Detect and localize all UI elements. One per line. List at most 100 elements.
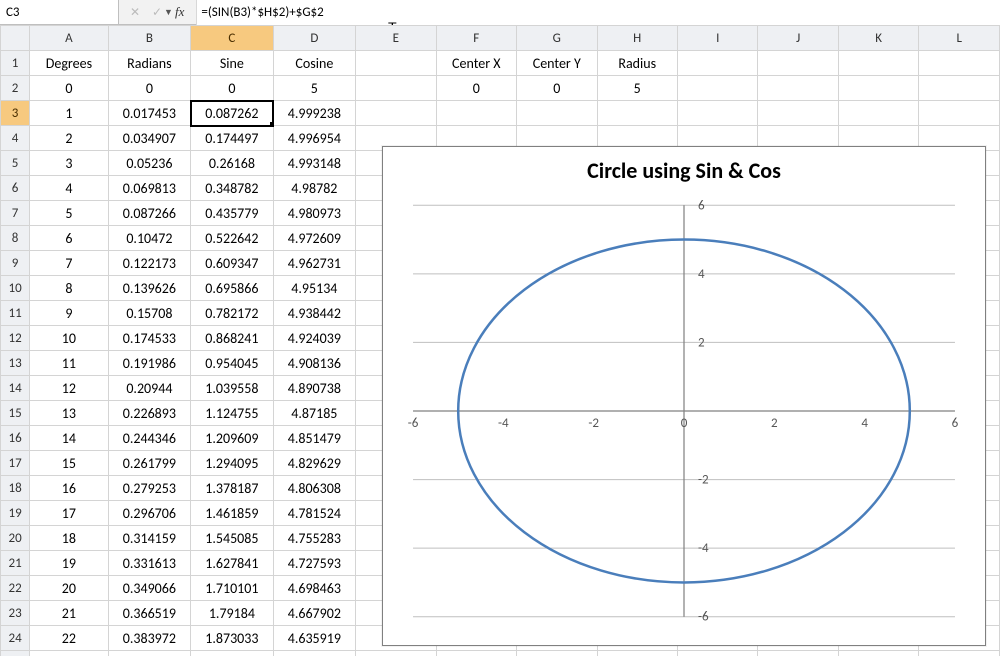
cell[interactable]: 4.635919 <box>273 626 355 651</box>
cell[interactable]: 9 <box>30 301 108 326</box>
cell[interactable] <box>677 51 757 76</box>
cell[interactable]: 17 <box>30 501 108 526</box>
cell[interactable] <box>597 101 677 126</box>
cell[interactable] <box>919 101 1000 126</box>
row-header[interactable]: 15 <box>1 401 30 426</box>
cell[interactable]: 1.627841 <box>191 551 273 576</box>
column-header-j[interactable]: J <box>758 26 838 51</box>
cell[interactable]: 8 <box>30 276 108 301</box>
column-header-c[interactable]: C <box>191 26 273 51</box>
cell[interactable]: 0.226893 <box>108 401 190 426</box>
cell[interactable]: 11 <box>30 351 108 376</box>
row-header[interactable]: 7 <box>1 201 30 226</box>
cell[interactable]: 0 <box>30 76 108 101</box>
cell[interactable]: 0.868241 <box>191 326 273 351</box>
cell[interactable] <box>677 651 757 656</box>
cell[interactable]: 4.602524 <box>273 651 355 656</box>
cell[interactable]: 0.244346 <box>108 426 190 451</box>
cell[interactable]: 1.124755 <box>191 401 273 426</box>
cell[interactable] <box>838 101 918 126</box>
cell[interactable]: 1.461859 <box>191 501 273 526</box>
cell[interactable] <box>919 76 1000 101</box>
cell[interactable] <box>758 76 838 101</box>
cell[interactable] <box>517 101 597 126</box>
column-header-e[interactable]: E <box>356 26 436 51</box>
cell[interactable]: Radians <box>108 51 190 76</box>
cell[interactable] <box>436 101 516 126</box>
row-header[interactable]: 17 <box>1 451 30 476</box>
cell[interactable]: 0.087266 <box>108 201 190 226</box>
cell[interactable]: 0.10472 <box>108 226 190 251</box>
select-all-corner[interactable] <box>1 26 30 51</box>
cell[interactable]: 0.26168 <box>191 151 273 176</box>
row-header[interactable]: 24 <box>1 626 30 651</box>
cell[interactable]: 1.710101 <box>191 576 273 601</box>
cell[interactable]: 10 <box>30 326 108 351</box>
row-header[interactable]: 14 <box>1 376 30 401</box>
row-header[interactable]: 21 <box>1 551 30 576</box>
cell[interactable]: 1 <box>30 101 108 126</box>
row-header[interactable]: 6 <box>1 176 30 201</box>
cell[interactable]: 1.953654 <box>191 651 273 656</box>
cell[interactable]: 0.609347 <box>191 251 273 276</box>
row-header[interactable]: 20 <box>1 526 30 551</box>
cell[interactable]: 0.191986 <box>108 351 190 376</box>
cell[interactable]: 0.20944 <box>108 376 190 401</box>
cell[interactable]: 1.79184 <box>191 601 273 626</box>
cell[interactable] <box>838 51 918 76</box>
cell[interactable]: 16 <box>30 476 108 501</box>
cell[interactable]: 4.806308 <box>273 476 355 501</box>
cell[interactable]: 0 <box>108 76 190 101</box>
row-header[interactable]: 18 <box>1 476 30 501</box>
cell[interactable]: 0.331613 <box>108 551 190 576</box>
cell[interactable]: Sine <box>191 51 273 76</box>
cell[interactable]: 14 <box>30 426 108 451</box>
column-header-k[interactable]: K <box>838 26 918 51</box>
cell[interactable]: 0.522642 <box>191 226 273 251</box>
insert-function-icon[interactable]: fx <box>175 4 184 20</box>
cell[interactable]: 0.174497 <box>191 126 273 151</box>
column-header-g[interactable]: G <box>517 26 597 51</box>
cell[interactable] <box>356 76 436 101</box>
row-header[interactable]: 1 <box>1 51 30 76</box>
cell[interactable]: 4.727593 <box>273 551 355 576</box>
cell[interactable]: 18 <box>30 526 108 551</box>
cell[interactable]: Radius <box>597 51 677 76</box>
cell[interactable] <box>356 101 436 126</box>
cell[interactable]: 1.378187 <box>191 476 273 501</box>
cell-selected[interactable]: 0.087262 <box>191 101 273 126</box>
column-header-f[interactable]: F <box>436 26 516 51</box>
row-header[interactable]: 9 <box>1 251 30 276</box>
cell[interactable]: 13 <box>30 401 108 426</box>
row-header[interactable]: 23 <box>1 601 30 626</box>
column-header-l[interactable]: L <box>919 26 1000 51</box>
cell[interactable]: 5 <box>597 76 677 101</box>
cell[interactable]: Center Y <box>517 51 597 76</box>
cell[interactable]: 4.98782 <box>273 176 355 201</box>
cell[interactable]: 4.829629 <box>273 451 355 476</box>
row-header[interactable]: 16 <box>1 426 30 451</box>
cell[interactable]: 4.996954 <box>273 126 355 151</box>
cell[interactable]: 5 <box>273 76 355 101</box>
embedded-chart[interactable]: Circle using Sin & Cos -6-4-20246-6-4-22… <box>382 146 986 646</box>
row-header[interactable]: 4 <box>1 126 30 151</box>
cell[interactable] <box>838 651 918 656</box>
cell[interactable]: 0.122173 <box>108 251 190 276</box>
cell[interactable]: 4.924039 <box>273 326 355 351</box>
cell[interactable]: 21 <box>30 601 108 626</box>
cell[interactable]: 4.993148 <box>273 151 355 176</box>
cell[interactable]: 0.05236 <box>108 151 190 176</box>
row-header[interactable]: 5 <box>1 151 30 176</box>
cell[interactable] <box>356 651 436 656</box>
cell[interactable]: 0.695866 <box>191 276 273 301</box>
cell[interactable]: 0.017453 <box>108 101 190 126</box>
cell[interactable] <box>597 651 677 656</box>
cell[interactable]: 0.296706 <box>108 501 190 526</box>
cell[interactable]: 15 <box>30 451 108 476</box>
cell[interactable] <box>919 51 1000 76</box>
cell[interactable]: 0.366519 <box>108 601 190 626</box>
cell[interactable]: 4.851479 <box>273 426 355 451</box>
row-header[interactable]: 11 <box>1 301 30 326</box>
row-header[interactable]: 10 <box>1 276 30 301</box>
cell[interactable]: 0 <box>517 76 597 101</box>
